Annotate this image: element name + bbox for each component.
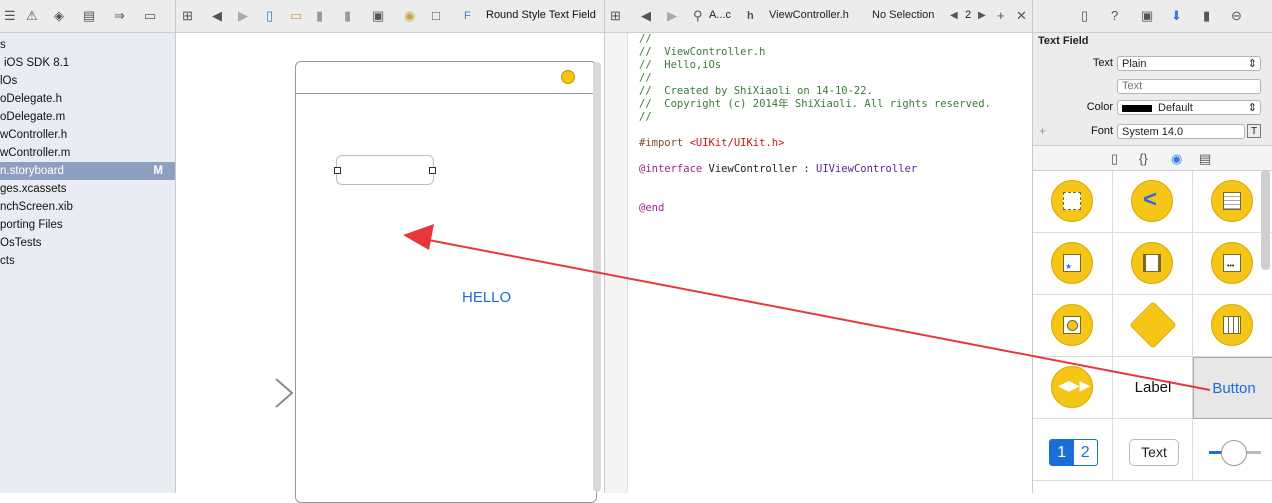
arrow-head [403, 224, 434, 250]
annotation-arrow [403, 224, 1211, 391]
